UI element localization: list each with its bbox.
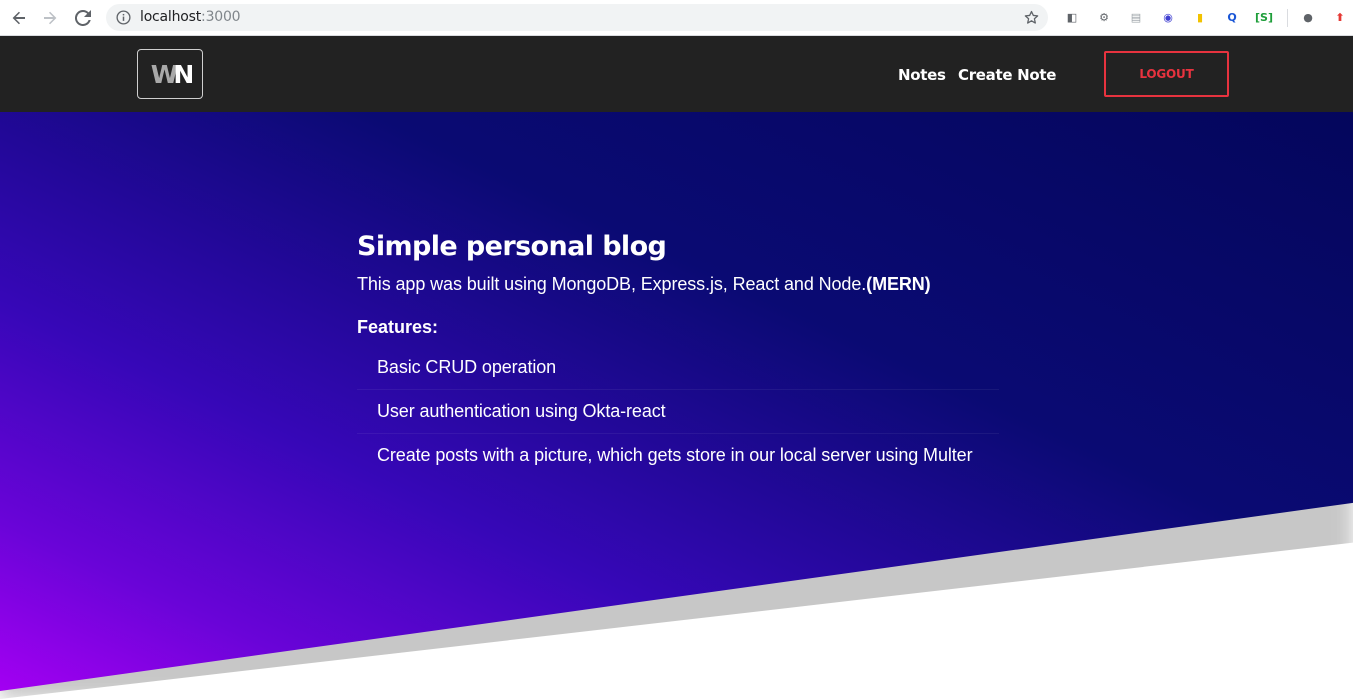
extension-icon-6[interactable]: Q: [1223, 8, 1241, 26]
feature-item: Basic CRUD operation: [357, 346, 999, 390]
extension-icon-9[interactable]: ⬆: [1331, 8, 1349, 26]
features-heading: Features:: [357, 317, 439, 337]
reload-icon: [75, 10, 91, 26]
info-icon[interactable]: [116, 10, 131, 25]
page-title: Simple personal blog: [357, 231, 667, 262]
arrow-right-icon: [44, 11, 57, 25]
extension-icon-3[interactable]: ▤: [1127, 8, 1145, 26]
extension-icon-5[interactable]: ▮: [1191, 8, 1209, 26]
extension-icon-1[interactable]: ◧: [1063, 8, 1081, 26]
logo[interactable]: WN: [137, 49, 203, 99]
extension-icon-7[interactable]: [S]: [1255, 8, 1273, 26]
app-navbar: WN Notes Create Note LOGOUT: [0, 36, 1353, 112]
feature-item: User authentication using Okta-react: [357, 390, 999, 434]
feature-list: Basic CRUD operation User authentication…: [357, 346, 999, 477]
logout-button[interactable]: LOGOUT: [1104, 51, 1229, 97]
nav-link-create-note[interactable]: Create Note: [958, 66, 1056, 84]
address-bar[interactable]: localhost:3000: [106, 4, 1048, 31]
forward-button[interactable]: [39, 7, 61, 29]
browser-toolbar: localhost:3000 ◧ ⚙ ▤ ◉ ▮ Q [S] ● ⬆: [0, 0, 1353, 36]
hero-content: Simple personal blog This app was built …: [357, 231, 1057, 477]
bookmark-star-icon[interactable]: [1023, 9, 1040, 26]
arrow-left-icon: [12, 11, 25, 25]
feature-item: Create posts with a picture, which gets …: [377, 445, 973, 465]
reload-button[interactable]: [72, 7, 94, 29]
extension-icon-8[interactable]: ●: [1299, 8, 1317, 26]
toolbar-divider: [1287, 9, 1288, 27]
extension-icon-2[interactable]: ⚙: [1095, 8, 1113, 26]
url-text[interactable]: localhost:3000: [140, 9, 241, 25]
nav-link-notes[interactable]: Notes: [898, 66, 946, 84]
page-subtitle: This app was built using MongoDB, Expres…: [357, 274, 931, 294]
extension-icon-4[interactable]: ◉: [1159, 8, 1177, 26]
back-button[interactable]: [8, 7, 30, 29]
